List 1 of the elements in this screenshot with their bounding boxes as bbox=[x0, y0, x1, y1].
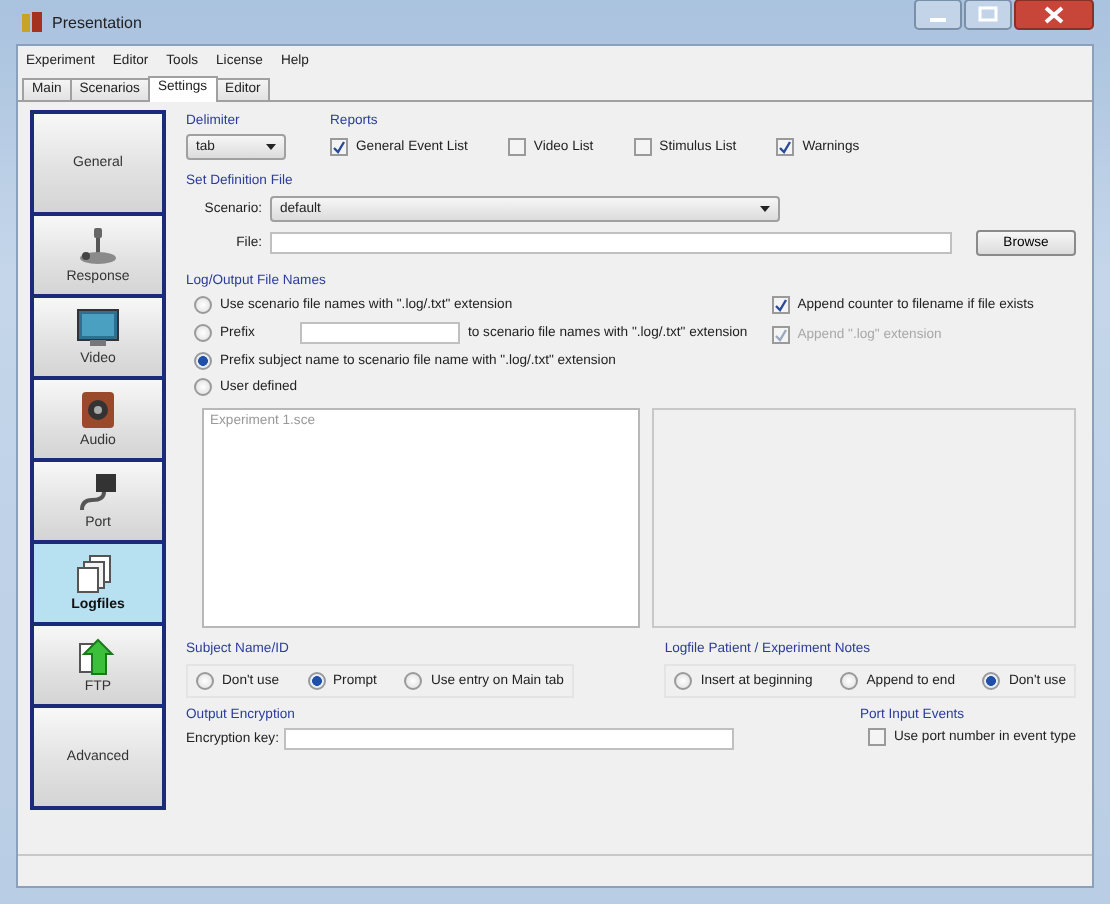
window-title: Presentation bbox=[52, 13, 142, 31]
